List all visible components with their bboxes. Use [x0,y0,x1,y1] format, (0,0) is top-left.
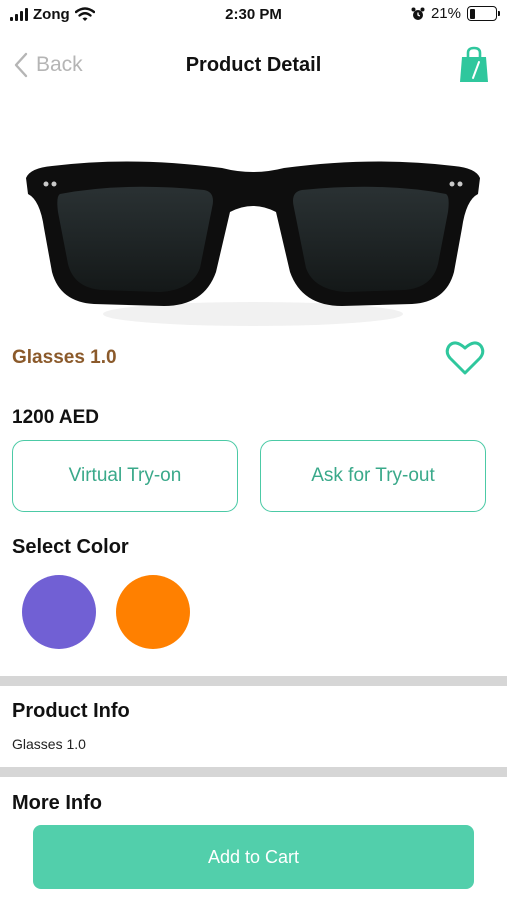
shopping-bag-icon [460,46,488,82]
status-right: 21% [411,5,500,22]
alarm-icon [411,7,425,20]
nav-bar: Back Product Detail [0,40,507,88]
color-swatch-purple[interactable] [22,575,96,649]
battery-level [469,8,475,19]
heart-outline-icon [445,341,485,375]
product-info-heading: Product Info [12,700,130,722]
product-price: 1200 AED [12,407,99,428]
sunglasses-image [26,161,480,326]
shopping-bag-button[interactable] [459,46,489,89]
color-swatch-orange[interactable] [116,575,190,649]
virtual-try-on-button[interactable]: Virtual Try-on [12,440,238,512]
section-divider [0,676,507,686]
ask-for-try-out-button[interactable]: Ask for Try-out [260,440,486,512]
product-info-text: Glasses 1.0 [12,736,86,752]
more-info-heading[interactable]: More Info [12,792,102,815]
page-title: Product Detail [185,54,322,76]
battery-icon [467,6,500,21]
favorite-button[interactable] [445,340,485,381]
product-name: Glasses 1.0 [12,347,117,368]
select-color-heading: Select Color [12,536,129,558]
section-divider [0,767,507,777]
add-to-cart-button[interactable]: Add to Cart [33,825,474,889]
status-bar: Zong 2:30 PM 21% [0,0,507,32]
product-image [22,142,484,332]
battery-percent: 21% [430,5,461,22]
